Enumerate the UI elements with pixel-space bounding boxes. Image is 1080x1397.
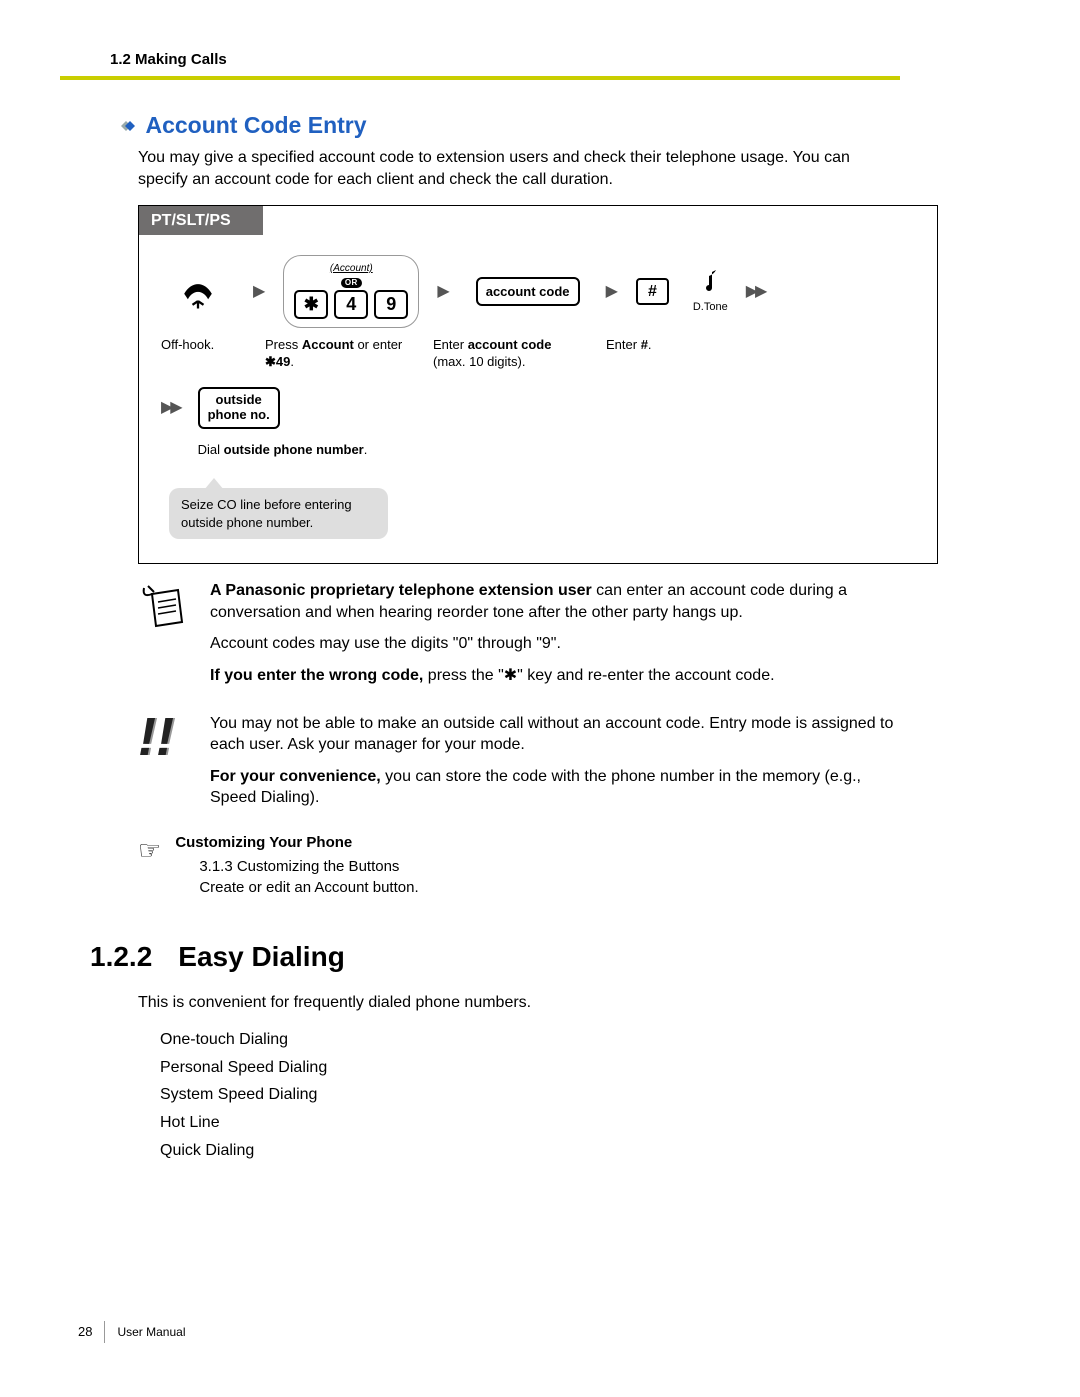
section-intro: You may give a specified account code to… <box>138 147 900 190</box>
list-item: Hot Line <box>160 1112 900 1134</box>
section-title-row: Account Code Entry <box>115 110 900 141</box>
outside-phone-box: outsidephone no. <box>198 387 280 429</box>
account-button-label: (Account) <box>330 262 373 276</box>
key-9: 9 <box>374 290 408 318</box>
easy-dialing-list: One-touch Dialing Personal Speed Dialing… <box>160 1029 900 1161</box>
caption-dial: Dial outside phone number. <box>198 441 368 459</box>
list-item: Personal Speed Dialing <box>160 1057 900 1079</box>
pointing-hand-icon: ☞ <box>138 833 161 868</box>
flow-row-2: ▶▶ outsidephone no. Dial outside phone n… <box>139 381 937 466</box>
key-star: ✱ <box>294 290 328 318</box>
page-number: 28 <box>78 1323 92 1341</box>
double-arrow-icon: ▶▶ <box>746 281 765 303</box>
list-item: Quick Dialing <box>160 1140 900 1162</box>
list-item: System Speed Dialing <box>160 1084 900 1106</box>
arrow-icon: ▶ <box>253 281 265 303</box>
arrow-icon: ▶ <box>437 281 449 303</box>
caption-hash: Enter #. <box>606 336 686 371</box>
step-offhook <box>161 268 235 314</box>
key-sequence-49: ✱ 4 9 <box>294 290 408 318</box>
step-outside-no: outsidephone no. Dial outside phone numb… <box>198 387 368 458</box>
warning-text: You may not be able to make an outside c… <box>210 713 900 819</box>
double-arrow-icon: ▶▶ <box>161 387 180 419</box>
cloud-note: Seize CO line before entering outside ph… <box>169 488 388 539</box>
caption-row-1: Off-hook. Press Account or enter ✱49. En… <box>139 336 937 381</box>
exclaim-icon: !! <box>138 713 192 819</box>
easy-dialing-intro: This is convenient for frequently dialed… <box>138 992 900 1014</box>
hash-key: # <box>636 278 669 306</box>
header-rule <box>60 76 900 80</box>
diamond-icon <box>115 117 137 142</box>
or-label: OR <box>341 278 362 289</box>
flow-row-1: ▶ (Account) OR ✱ 4 9 ▶ account code ▶ # … <box>139 235 937 336</box>
caption-enter-code: Enter account code (max. 10 digits). <box>433 336 588 371</box>
step-hash: # <box>636 278 669 306</box>
diagram-tab: PT/SLT/PS <box>139 206 263 236</box>
caption-offhook: Off-hook. <box>161 336 247 371</box>
note-text: A Panasonic proprietary telephone extens… <box>210 580 900 696</box>
procedure-diagram: PT/SLT/PS ▶ (Account) OR ✱ 4 9 ▶ account… <box>138 205 938 565</box>
caption-press: Press Account or enter ✱49. <box>265 336 415 371</box>
footer-label: User Manual <box>117 1324 185 1340</box>
note-icon <box>138 580 192 696</box>
page-footer: 28 User Manual <box>78 1321 900 1343</box>
section-heading-easy-dialing: 1.2.2Easy Dialing <box>90 938 900 976</box>
dtone-label: D.Tone <box>693 300 728 315</box>
phone-offhook-icon <box>175 268 221 314</box>
breadcrumb: 1.2 Making Calls <box>110 50 900 70</box>
warning-block: !! You may not be able to make an outsid… <box>138 713 900 819</box>
list-item: One-touch Dialing <box>160 1029 900 1051</box>
music-note-icon <box>699 268 721 296</box>
footer-divider <box>104 1321 105 1343</box>
reference-text: Customizing Your Phone 3.1.3 Customizing… <box>175 833 418 898</box>
arrow-icon: ▶ <box>606 281 618 303</box>
note-block: A Panasonic proprietary telephone extens… <box>138 580 900 696</box>
section-title: Account Code Entry <box>145 112 366 138</box>
step-dtone: D.Tone <box>693 268 728 315</box>
step-account-or-49: (Account) OR ✱ 4 9 <box>283 255 419 328</box>
reference-block: ☞ Customizing Your Phone 3.1.3 Customizi… <box>138 833 900 898</box>
step-account-code: account code <box>468 277 588 307</box>
key-4: 4 <box>334 290 368 318</box>
account-code-box: account code <box>476 277 580 307</box>
